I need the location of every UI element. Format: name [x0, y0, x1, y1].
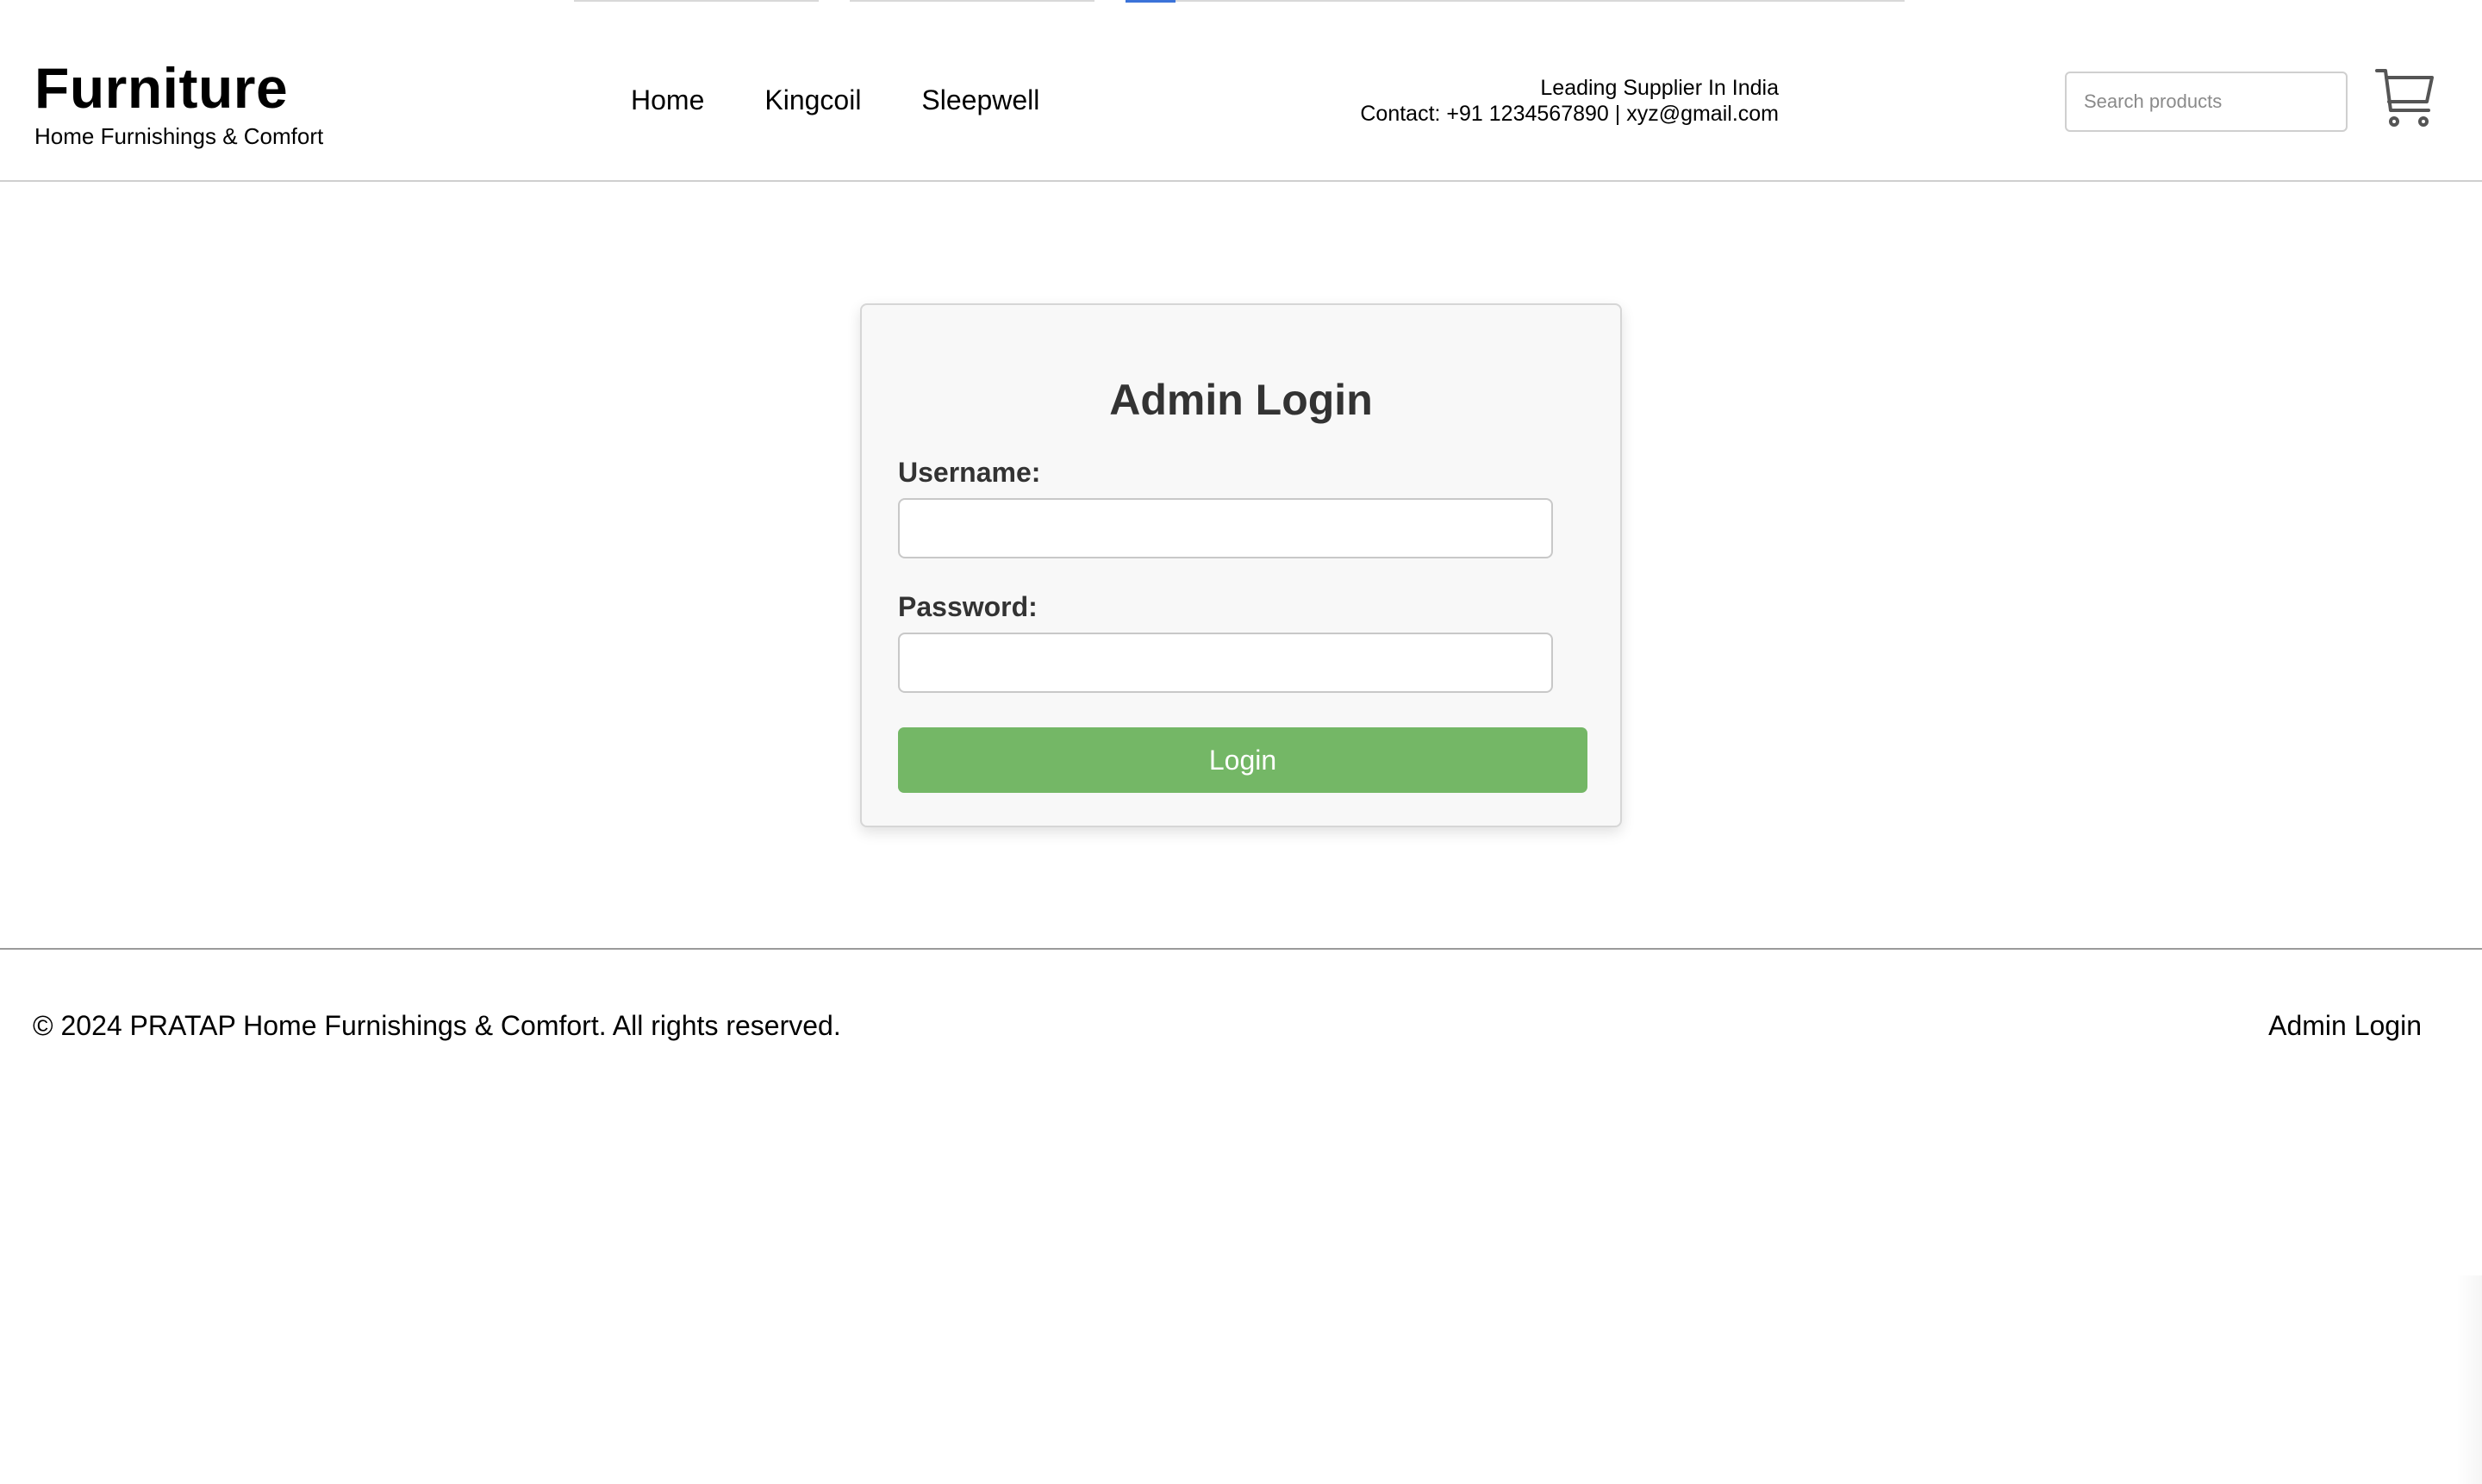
- edge-shadow: [2456, 1275, 2482, 1484]
- site-header: Furniture Home Furnishings & Comfort Hom…: [0, 0, 2482, 182]
- username-label: Username:: [898, 457, 1041, 488]
- nav-link-kingcoil[interactable]: Kingcoil: [764, 83, 861, 117]
- footer-copyright: © 2024 PRATAP Home Furnishings & Comfort…: [33, 1010, 841, 1041]
- login-button[interactable]: Login: [898, 727, 1587, 793]
- shopping-cart-icon[interactable]: [2375, 67, 2435, 129]
- footer-admin-login-link[interactable]: Admin Login: [2268, 1008, 2422, 1043]
- main-nav: Home Kingcoil Sleepwell: [631, 83, 1100, 117]
- contact-info: Leading Supplier In India Contact: +91 1…: [1360, 75, 1779, 127]
- username-field[interactable]: [898, 498, 1553, 558]
- brand: Furniture Home Furnishings & Comfort: [34, 55, 323, 150]
- login-title: Admin Login: [1109, 376, 1373, 424]
- nav-link-home[interactable]: Home: [631, 83, 704, 117]
- supplier-tagline: Leading Supplier In India: [1540, 76, 1779, 100]
- contact-details: Contact: +91 1234567890 | xyz@gmail.com: [1360, 102, 1779, 126]
- search-input[interactable]: [2065, 72, 2348, 132]
- password-label: Password:: [898, 591, 1038, 622]
- footer-divider: [0, 948, 2482, 950]
- password-field[interactable]: [898, 633, 1553, 693]
- brand-title[interactable]: Furniture: [34, 55, 323, 121]
- nav-link-sleepwell[interactable]: Sleepwell: [921, 83, 1039, 117]
- admin-login-card: Admin Login Username: Password: Login: [860, 303, 1622, 827]
- brand-tagline: Home Furnishings & Comfort: [34, 123, 324, 149]
